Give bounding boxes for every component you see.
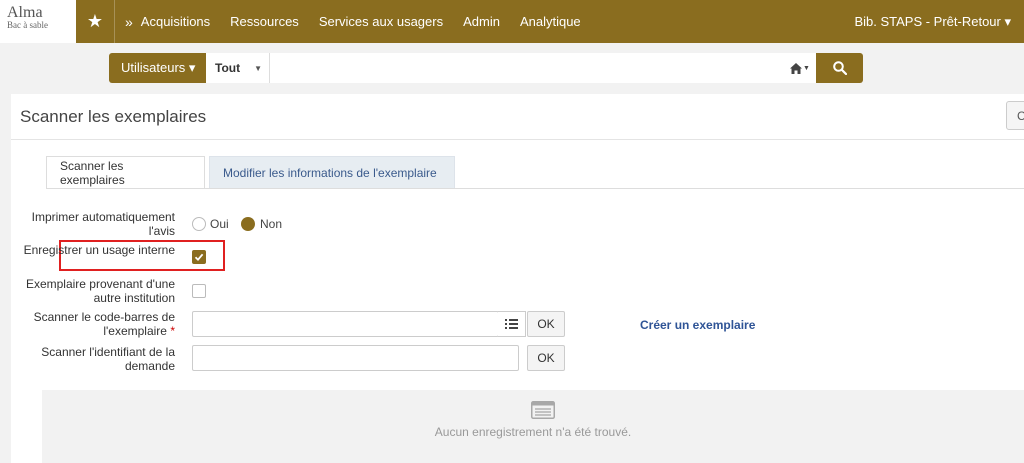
check-icon <box>194 253 204 262</box>
other-institution-label: Exemplaire provenant d'une autre institu… <box>25 277 175 305</box>
page-title: Scanner les exemplaires <box>20 107 207 126</box>
top-navigation-bar: Alma Bac à sable ★ » Acquisitions Ressou… <box>0 0 1024 43</box>
alma-logo[interactable]: Alma Bac à sable <box>0 0 76 43</box>
nav-item-acquisitions[interactable]: Acquisitions <box>141 14 210 29</box>
empty-list-icon <box>531 401 555 424</box>
results-empty-state: Aucun enregistrement n'a été trouvé. <box>42 390 1024 463</box>
barcode-input[interactable] <box>192 311 499 337</box>
page-action-button[interactable]: C <box>1006 101 1024 130</box>
print-notice-label: Imprimer automatiquement l'avis <box>31 210 175 238</box>
search-input[interactable] <box>270 53 790 83</box>
print-no-label[interactable]: Non <box>260 217 282 231</box>
nav-item-ressources[interactable]: Ressources <box>230 14 299 29</box>
search-icon <box>832 61 847 75</box>
nav-item-admin[interactable]: Admin <box>463 14 500 29</box>
caret-down-icon: ▼ <box>254 63 263 73</box>
print-yes-radio[interactable] <box>192 217 206 231</box>
request-id-label: Scanner l'identifiant de la demande <box>41 345 175 373</box>
search-scope-label: Tout <box>215 61 241 75</box>
main-panel: Scanner les exemplaires C Scanner les ex… <box>11 94 1024 463</box>
print-yes-label[interactable]: Oui <box>210 217 229 231</box>
other-institution-checkbox[interactable] <box>192 284 206 298</box>
search-type-dropdown[interactable]: Utilisateurs ▾ <box>109 53 206 83</box>
barcode-list-icon[interactable] <box>498 311 526 337</box>
search-bar: Utilisateurs ▾ Tout ▼ ▼ <box>109 53 863 83</box>
nav-item-services-usagers[interactable]: Services aux usagers <box>319 14 443 29</box>
required-mark: * <box>170 324 175 338</box>
favorites-star-icon[interactable]: ★ <box>76 11 114 32</box>
print-no-radio[interactable] <box>241 217 255 231</box>
logo-subtitle: Bac à sable <box>7 20 48 30</box>
barcode-ok-button[interactable]: OK <box>527 311 565 337</box>
create-item-link[interactable]: Créer un exemplaire <box>640 318 755 332</box>
expand-menu-chevron-icon[interactable]: » <box>115 14 141 30</box>
barcode-label: Scanner le code-barres de l'exemplaire * <box>20 310 175 338</box>
library-selector[interactable]: Bib. STAPS - Prêt-Retour ▾ <box>854 14 1011 30</box>
home-scope-icon[interactable]: ▼ <box>790 53 816 83</box>
title-divider <box>11 139 1024 140</box>
logo-name: Alma <box>7 4 43 21</box>
internal-use-label: Enregistrer un usage interne <box>23 243 175 257</box>
tab-scan-items[interactable]: Scanner les exemplaires <box>46 156 205 189</box>
internal-use-checkbox[interactable] <box>192 250 206 264</box>
request-id-input[interactable] <box>192 345 519 371</box>
search-button[interactable] <box>816 53 863 83</box>
nav-item-analytique[interactable]: Analytique <box>520 14 581 29</box>
barcode-label-text: Scanner le code-barres de l'exemplaire <box>33 310 175 338</box>
tab-edit-item-info[interactable]: Modifier les informations de l'exemplair… <box>209 156 455 189</box>
request-ok-button[interactable]: OK <box>527 345 565 371</box>
search-scope-dropdown[interactable]: Tout ▼ <box>206 53 270 83</box>
tabs-divider <box>46 188 1024 189</box>
empty-state-message: Aucun enregistrement n'a été trouvé. <box>434 425 632 439</box>
